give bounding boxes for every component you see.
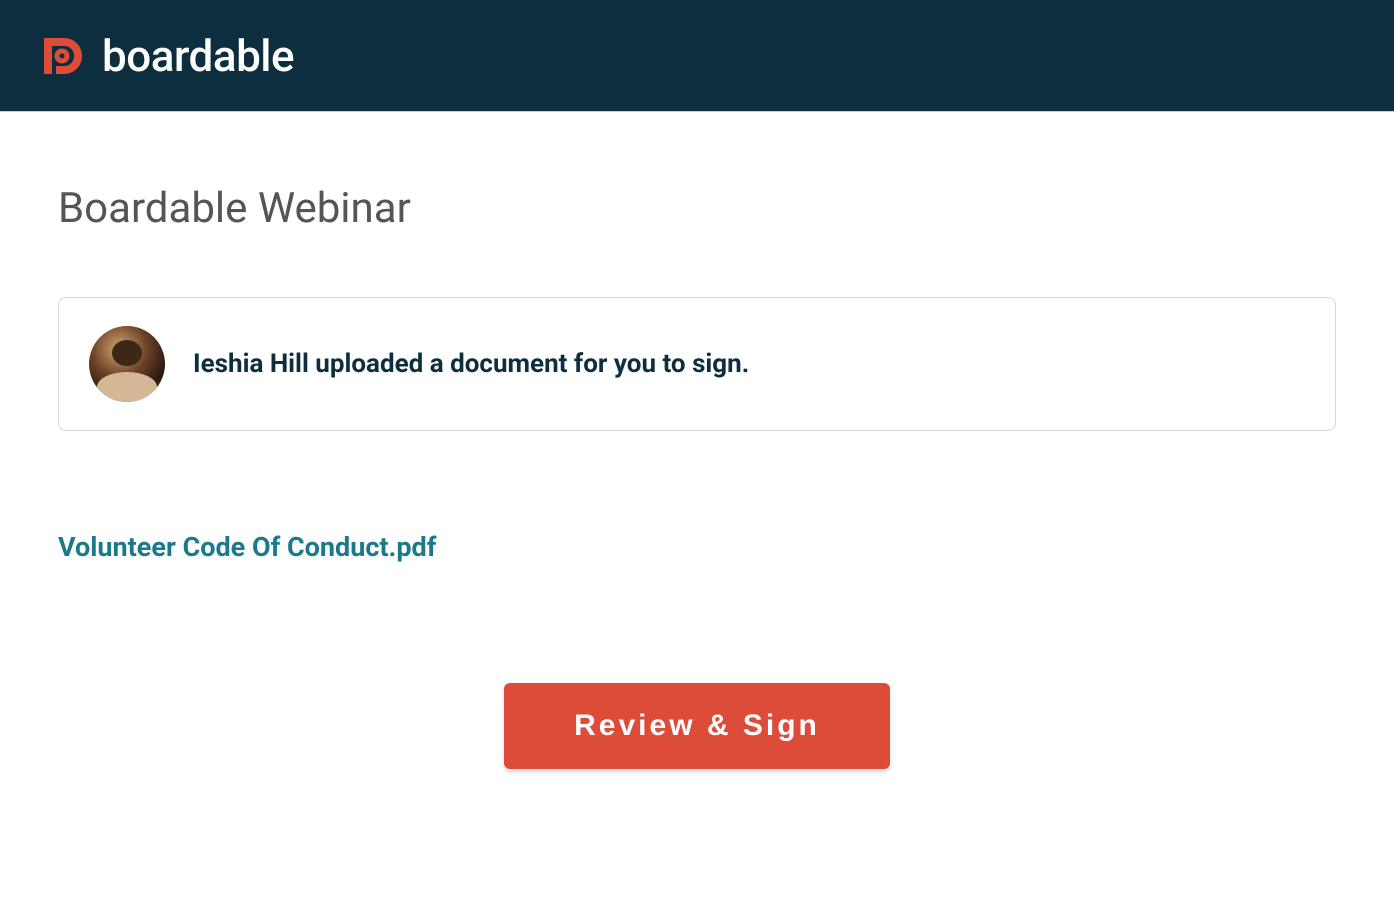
page-title: Boardable Webinar bbox=[58, 184, 1336, 233]
logo-text: boardable bbox=[102, 30, 294, 82]
header: boardable bbox=[0, 0, 1394, 112]
notification-card: Ieshia Hill uploaded a document for you … bbox=[58, 297, 1336, 431]
boardable-logo-icon bbox=[36, 32, 84, 80]
main-content: Boardable Webinar Ieshia Hill uploaded a… bbox=[0, 112, 1394, 769]
logo[interactable]: boardable bbox=[36, 30, 294, 82]
avatar bbox=[89, 326, 165, 402]
notification-message: Ieshia Hill uploaded a document for you … bbox=[193, 349, 749, 379]
action-wrapper: Review & Sign bbox=[58, 683, 1336, 769]
document-link[interactable]: Volunteer Code Of Conduct.pdf bbox=[58, 531, 436, 563]
review-sign-button[interactable]: Review & Sign bbox=[504, 683, 890, 769]
